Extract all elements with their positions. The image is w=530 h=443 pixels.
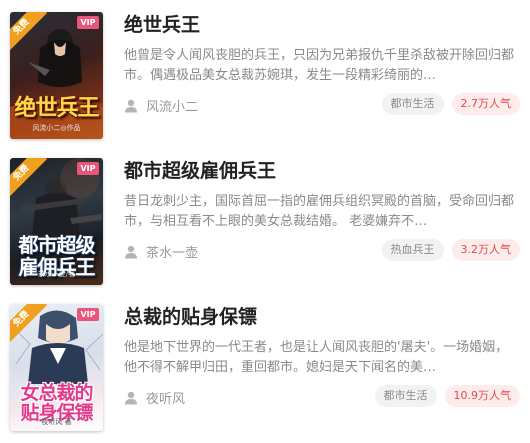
category-tag[interactable]: 热血兵王 bbox=[381, 239, 444, 261]
book-item[interactable]: 免费 VIP 都市超级 雇佣兵王 茶水一壶/著 都市超级雇佣兵王 昔日龙刺少主，… bbox=[0, 154, 530, 292]
cover-author: 夜听风 著 bbox=[41, 418, 72, 426]
book-item[interactable]: 免费 VIP 女总裁的 贴身保镖 夜听风 著 总裁的贴身保镖 他是地下世界的一代… bbox=[0, 300, 530, 438]
book-description: 他曾是令人闻风丧胆的兵王，只因为兄弟报仇千里杀敌被开除回归都市。偶遇极品美女总裁… bbox=[124, 48, 515, 83]
book-cover[interactable]: 免费 VIP 绝世兵王 风流小二◎作品 bbox=[10, 12, 103, 139]
person-icon bbox=[125, 245, 137, 258]
book-tags: 都市生活 10.9万人气 bbox=[367, 385, 520, 407]
cover-author: 风流小二◎作品 bbox=[32, 124, 81, 132]
author-name: 茶水一壶 bbox=[146, 246, 199, 261]
book-item[interactable]: 免费 VIP 绝世兵王 风流小二◎作品 绝世兵王 他曾是令人闻风丧胆的兵王，只因… bbox=[0, 8, 530, 146]
book-author: 风流小二 bbox=[124, 96, 198, 115]
vip-badge: VIP bbox=[77, 308, 99, 321]
book-tags: 热血兵王 3.2万人气 bbox=[374, 239, 520, 261]
book-title[interactable]: 总裁的贴身保镖 bbox=[124, 302, 257, 329]
book-description: 他是地下世界的一代王者，也是让人闻风丧胆的'屠夫'。一场婚姻，他不得不解甲归田，… bbox=[124, 340, 509, 375]
vip-badge: VIP bbox=[77, 162, 99, 175]
book-cover[interactable]: 免费 VIP 都市超级 雇佣兵王 茶水一壶/著 bbox=[10, 158, 103, 285]
book-author: 茶水一壶 bbox=[124, 242, 198, 261]
author-name: 风流小二 bbox=[146, 100, 199, 115]
book-cover[interactable]: 免费 VIP 女总裁的 贴身保镖 夜听风 著 bbox=[10, 304, 103, 431]
book-title[interactable]: 绝世兵王 bbox=[124, 10, 200, 37]
book-author: 夜听风 bbox=[124, 388, 185, 407]
category-tag[interactable]: 都市生活 bbox=[381, 93, 444, 115]
popularity-tag: 3.2万人气 bbox=[451, 239, 520, 261]
person-icon bbox=[125, 391, 137, 404]
category-tag[interactable]: 都市生活 bbox=[374, 385, 437, 407]
cover-author: 茶水一壶/著 bbox=[37, 270, 76, 278]
book-title[interactable]: 都市超级雇佣兵王 bbox=[124, 156, 276, 183]
person-icon bbox=[125, 99, 137, 112]
popularity-tag: 10.9万人气 bbox=[444, 385, 520, 407]
author-name: 夜听风 bbox=[146, 392, 186, 407]
cover-title: 绝世兵王 bbox=[14, 95, 99, 121]
book-description: 昔日龙刺少主，国际首屈一指的雇佣兵组织冥殿的首脑，受命回归都市，与相互看不上眼的… bbox=[124, 194, 515, 229]
book-tags: 都市生活 2.7万人气 bbox=[374, 93, 520, 115]
vip-badge: VIP bbox=[77, 16, 99, 29]
popularity-tag: 2.7万人气 bbox=[451, 93, 520, 115]
book-list: 免费 VIP 绝世兵王 风流小二◎作品 绝世兵王 他曾是令人闻风丧胆的兵王，只因… bbox=[0, 0, 530, 443]
